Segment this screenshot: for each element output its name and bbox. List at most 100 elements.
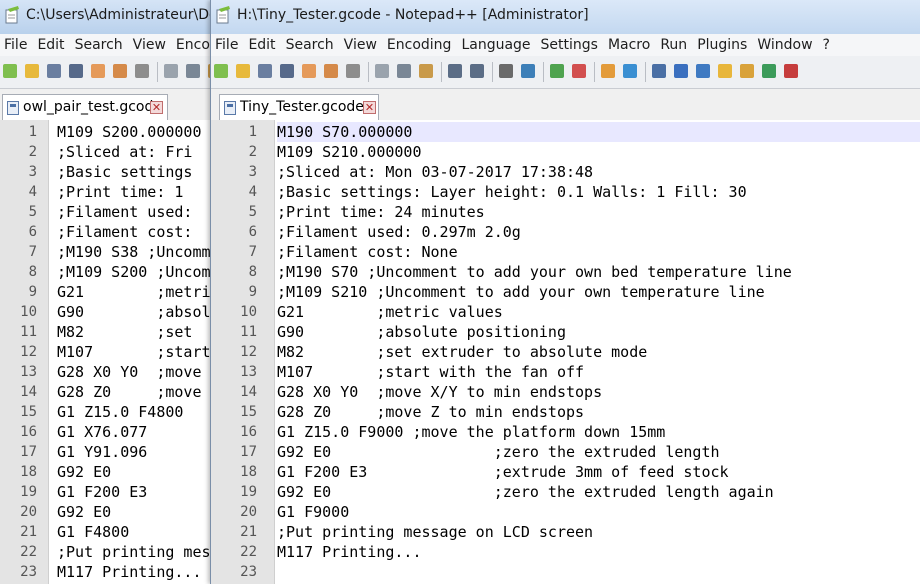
replace-icon[interactable] xyxy=(519,62,538,81)
code-line[interactable]: M109 S210.000000 xyxy=(277,142,920,162)
code-line[interactable]: M190 S70.000000 xyxy=(277,122,920,142)
code-line[interactable]: M107 ;start with the fan off xyxy=(277,362,920,382)
code-line[interactable]: ;Put printing message on LCD screen xyxy=(277,522,920,542)
line-number: 22 xyxy=(240,544,257,560)
line-number: 17 xyxy=(20,444,37,460)
menu-file[interactable]: File xyxy=(211,34,243,56)
line-number: 4 xyxy=(248,184,257,200)
menu-search[interactable]: Search xyxy=(70,34,128,56)
code-line[interactable]: G90 ;absolute positioning xyxy=(277,322,920,342)
code-line[interactable]: ;Filament cost: None xyxy=(277,242,920,262)
menu-edit[interactable]: Edit xyxy=(32,34,69,56)
record-macro-icon[interactable] xyxy=(782,62,801,81)
tab-bar: Tiny_Tester.gcode ✕ xyxy=(211,89,920,121)
function-list-icon[interactable] xyxy=(716,62,735,81)
folder-workspace-icon[interactable] xyxy=(738,62,757,81)
editor-area[interactable]: 1 2 3 4 5 6 7 8 9 10 11 12 13 14 15 16 17 18 19 20 21 22 23 M1… xyxy=(211,120,920,584)
menu-encoding[interactable]: Encoding xyxy=(382,34,457,56)
toolbar-separator xyxy=(492,62,493,82)
zoom-in-icon[interactable] xyxy=(548,62,567,81)
open-file-icon[interactable] xyxy=(234,62,253,81)
save-all-icon[interactable] xyxy=(67,62,86,81)
menu-edit[interactable]: Edit xyxy=(243,34,280,56)
menu-run[interactable]: Run xyxy=(655,34,692,56)
code-line[interactable]: ;Sliced at: Mon 03-07-2017 17:38:48 xyxy=(277,162,920,182)
line-number: 16 xyxy=(20,424,37,440)
code-line[interactable]: G92 E0 ;zero the extruded length xyxy=(277,442,920,462)
cut-icon[interactable] xyxy=(162,62,181,81)
file-icon xyxy=(7,101,19,115)
copy-icon[interactable] xyxy=(395,62,414,81)
code-line[interactable]: G28 X0 Y0 ;move X/Y to min endstops xyxy=(277,382,920,402)
tab-owl-pair-test[interactable]: owl_pair_test.gcode ✕ xyxy=(2,94,168,120)
title-bar[interactable]: H:\Tiny_Tester.gcode - Notepad++ [Admini… xyxy=(211,0,920,34)
zoom-out-icon[interactable] xyxy=(570,62,589,81)
close-icon[interactable] xyxy=(300,62,319,81)
line-number: 7 xyxy=(28,244,37,260)
print-icon[interactable] xyxy=(344,62,363,81)
code-line[interactable]: G21 ;metric values xyxy=(277,302,920,322)
code-line[interactable]: M82 ;set extruder to absolute mode xyxy=(277,342,920,362)
code-line[interactable]: ;M190 S70 ;Uncomment to add your own bed… xyxy=(277,262,920,282)
show-all-chars-icon[interactable] xyxy=(672,62,691,81)
line-number: 19 xyxy=(20,484,37,500)
sync-vertical-icon[interactable] xyxy=(599,62,618,81)
code-line[interactable]: G1 F200 E3 ;extrude 3mm of feed stock xyxy=(277,462,920,482)
menu-settings[interactable]: Settings xyxy=(536,34,603,56)
menu-window[interactable]: Window xyxy=(752,34,817,56)
line-number: 6 xyxy=(28,224,37,240)
close-icon[interactable] xyxy=(89,62,108,81)
find-icon[interactable] xyxy=(497,62,516,81)
new-file-icon[interactable] xyxy=(212,62,231,81)
menu-language[interactable]: Language xyxy=(456,34,535,56)
word-wrap-icon[interactable] xyxy=(650,62,669,81)
menu-file[interactable]: File xyxy=(0,34,32,56)
menu-macro[interactable]: Macro xyxy=(603,34,655,56)
code-line[interactable]: M117 Printing... xyxy=(277,542,920,562)
menu-view[interactable]: View xyxy=(339,34,382,56)
cut-icon[interactable] xyxy=(373,62,392,81)
line-number: 13 xyxy=(20,364,37,380)
window-title: C:\Users\Administrateur\Desktop xyxy=(26,7,240,23)
code-line[interactable]: G92 E0 ;zero the extruded length again xyxy=(277,482,920,502)
save-icon[interactable] xyxy=(45,62,64,81)
line-number: 18 xyxy=(240,464,257,480)
save-icon[interactable] xyxy=(256,62,275,81)
title-bar[interactable]: C:\Users\Administrateur\Desktop xyxy=(0,0,240,34)
code-line[interactable]: G1 Z15.0 F9000 ;move the platform down 1… xyxy=(277,422,920,442)
redo-icon[interactable] xyxy=(468,62,487,81)
open-file-icon[interactable] xyxy=(23,62,42,81)
line-number: 20 xyxy=(240,504,257,520)
code-line[interactable]: G28 Z0 ;move Z to min endstops xyxy=(277,402,920,422)
code-line[interactable]: ;M109 S210 ;Uncomment to add your own te… xyxy=(277,282,920,302)
code-line[interactable]: ;Filament used: 0.297m 2.0g xyxy=(277,222,920,242)
undo-icon[interactable] xyxy=(446,62,465,81)
close-tab-icon[interactable]: ✕ xyxy=(150,101,163,114)
code-line[interactable]: G1 F9000 xyxy=(277,502,920,522)
copy-icon[interactable] xyxy=(184,62,203,81)
code-line[interactable]: ;Basic settings: Layer height: 0.1 Walls… xyxy=(277,182,920,202)
line-number: 5 xyxy=(28,204,37,220)
menu-help[interactable]: ? xyxy=(818,34,835,56)
close-all-icon[interactable] xyxy=(322,62,341,81)
line-number: 19 xyxy=(240,484,257,500)
line-number: 8 xyxy=(248,264,257,280)
save-all-icon[interactable] xyxy=(278,62,297,81)
menu-view[interactable]: View xyxy=(128,34,171,56)
editor-area[interactable]: 1 2 3 4 5 6 7 8 9 10 11 12 13 14 15 16 17 18 19 20 21 22 23 M1… xyxy=(0,120,240,584)
text-content[interactable]: M190 S70.000000 M109 S210.000000 ;Sliced a… xyxy=(277,122,920,584)
menu-plugins[interactable]: Plugins xyxy=(692,34,752,56)
close-all-icon[interactable] xyxy=(111,62,130,81)
sync-horizontal-icon[interactable] xyxy=(621,62,640,81)
code-line[interactable]: ;Print time: 24 minutes xyxy=(277,202,920,222)
line-number: 22 xyxy=(20,544,37,560)
close-tab-icon[interactable]: ✕ xyxy=(363,101,376,114)
tab-tiny-tester[interactable]: Tiny_Tester.gcode ✕ xyxy=(219,94,379,120)
code-line[interactable] xyxy=(277,562,920,582)
paste-icon[interactable] xyxy=(417,62,436,81)
menu-search[interactable]: Search xyxy=(281,34,339,56)
print-icon[interactable] xyxy=(133,62,152,81)
new-file-icon[interactable] xyxy=(1,62,20,81)
document-map-icon[interactable] xyxy=(760,62,779,81)
indent-guide-icon[interactable] xyxy=(694,62,713,81)
